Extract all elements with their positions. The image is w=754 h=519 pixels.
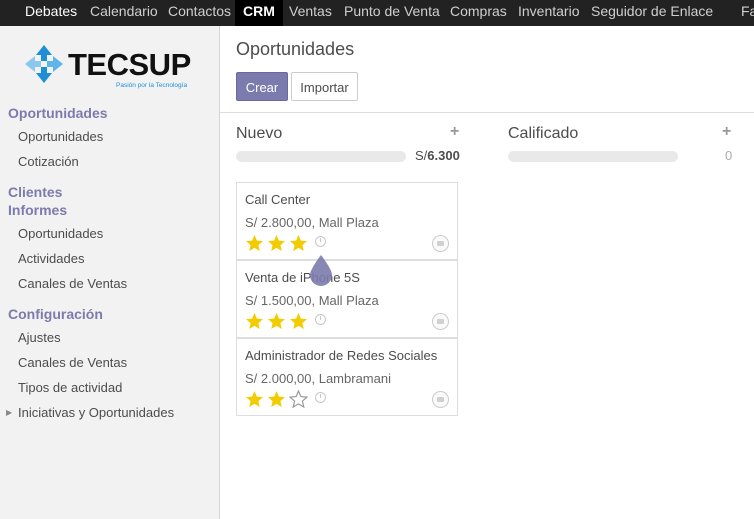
sidebar-item-informes-oportunidades[interactable]: Oportunidades	[18, 226, 103, 241]
kanban-card[interactable]: Call Center S/ 2.800,00, Mall Plaza	[236, 182, 458, 260]
svg-text:TECSUP: TECSUP	[68, 47, 191, 82]
top-navbar: Debates Calendario Contactos CRM Ventas …	[0, 0, 754, 26]
nav-item-debates[interactable]: Debates	[25, 0, 77, 26]
sidebar-section-oportunidades: Oportunidades	[8, 105, 108, 121]
column-sum-calificado: 0	[725, 148, 733, 163]
priority-stars[interactable]	[245, 390, 311, 408]
sidebar-section-clientes[interactable]: Clientes	[8, 184, 62, 200]
assignee-avatar	[432, 235, 449, 252]
column-title-nuevo: Nuevo	[236, 125, 283, 142]
sidebar-item-canales-de-ventas[interactable]: Canales de Ventas	[18, 276, 127, 291]
sidebar-item-iniciativas-y-oportunidades[interactable]: Iniciativas y Oportunidades	[18, 405, 174, 420]
sidebar: TECSUP Pasión por la Tecnología Oportuni…	[0, 26, 220, 519]
star-filled-icon[interactable]	[267, 234, 286, 252]
card-title: Call Center	[245, 192, 311, 207]
kanban-card[interactable]: Venta de iPhone 5S S/ 1.500,00, Mall Pla…	[236, 260, 458, 338]
star-filled-icon[interactable]	[245, 390, 264, 408]
kanban-card[interactable]: Administrador de Redes Sociales S/ 2.000…	[236, 338, 458, 416]
nav-item-ventas[interactable]: Ventas	[289, 0, 332, 26]
star-filled-icon[interactable]	[289, 312, 308, 330]
sidebar-section-configuracion: Configuración	[8, 306, 103, 322]
star-filled-icon[interactable]	[245, 234, 264, 252]
sidebar-item-ajustes[interactable]: Ajustes	[18, 330, 61, 345]
nav-item-facturacion[interactable]: Factu	[741, 0, 754, 26]
star-filled-icon[interactable]	[267, 312, 286, 330]
add-to-column-nuevo-icon[interactable]: +	[450, 123, 459, 141]
assignee-avatar	[432, 313, 449, 330]
sidebar-item-tipos-de-actividad[interactable]: Tipos de actividad	[18, 380, 122, 395]
import-button[interactable]: Importar	[291, 72, 358, 101]
column-sum-nuevo: S/6.300	[415, 148, 460, 163]
activity-clock-icon[interactable]	[315, 236, 326, 247]
column-progress-nuevo[interactable]	[236, 151, 406, 162]
main-content: Oportunidades Crear Importar Nuevo + S/6…	[220, 26, 754, 519]
card-title: Administrador de Redes Sociales	[245, 348, 438, 363]
star-filled-icon[interactable]	[267, 390, 286, 408]
assignee-avatar	[432, 391, 449, 408]
tecsup-logo-graphic: TECSUP Pasión por la Tecnología	[25, 45, 191, 89]
create-button[interactable]: Crear	[236, 72, 288, 101]
star-empty-icon[interactable]	[289, 390, 308, 408]
column-sum-value: 6.300	[427, 148, 460, 163]
card-amount: S/ 2.000,00, Lambramani	[245, 371, 391, 386]
column-title-calificado: Calificado	[508, 125, 579, 142]
nav-item-crm[interactable]: CRM	[235, 0, 283, 26]
nav-item-calendario[interactable]: Calendario	[90, 0, 158, 26]
nav-item-contactos[interactable]: Contactos	[168, 0, 231, 26]
nav-item-inventario[interactable]: Inventario	[518, 0, 579, 26]
sidebar-item-config-canales-de-ventas[interactable]: Canales de Ventas	[18, 355, 127, 370]
star-filled-icon[interactable]	[289, 234, 308, 252]
page-title: Oportunidades	[236, 39, 355, 59]
card-amount: S/ 2.800,00, Mall Plaza	[245, 215, 379, 230]
add-to-column-calificado-icon[interactable]: +	[722, 123, 731, 141]
nav-item-seguidor-de-enlace[interactable]: Seguidor de Enlace	[591, 0, 713, 26]
activity-clock-icon[interactable]	[315, 392, 326, 403]
priority-stars[interactable]	[245, 312, 311, 330]
activity-clock-icon[interactable]	[315, 314, 326, 325]
touch-cursor-icon	[310, 255, 332, 286]
currency-symbol: S/	[415, 148, 428, 163]
priority-stars[interactable]	[245, 234, 311, 252]
caret-right-icon[interactable]: ▶	[6, 408, 12, 417]
company-logo[interactable]: TECSUP Pasión por la Tecnología	[24, 42, 199, 90]
nav-item-compras[interactable]: Compras	[450, 0, 507, 26]
column-progress-calificado[interactable]	[508, 151, 678, 162]
svg-text:Pasión por la Tecnología: Pasión por la Tecnología	[116, 82, 187, 89]
card-amount: S/ 1.500,00, Mall Plaza	[245, 293, 379, 308]
card-title: Venta de iPhone 5S	[245, 270, 360, 285]
nav-item-punto-de-venta[interactable]: Punto de Venta	[344, 0, 440, 26]
star-filled-icon[interactable]	[245, 312, 264, 330]
sidebar-item-oportunidades[interactable]: Oportunidades	[18, 129, 103, 144]
sidebar-section-informes: Informes	[8, 202, 68, 218]
header-divider	[220, 112, 754, 113]
sidebar-item-cotizacion[interactable]: Cotización	[18, 154, 79, 169]
sidebar-item-actividades[interactable]: Actividades	[18, 251, 84, 266]
